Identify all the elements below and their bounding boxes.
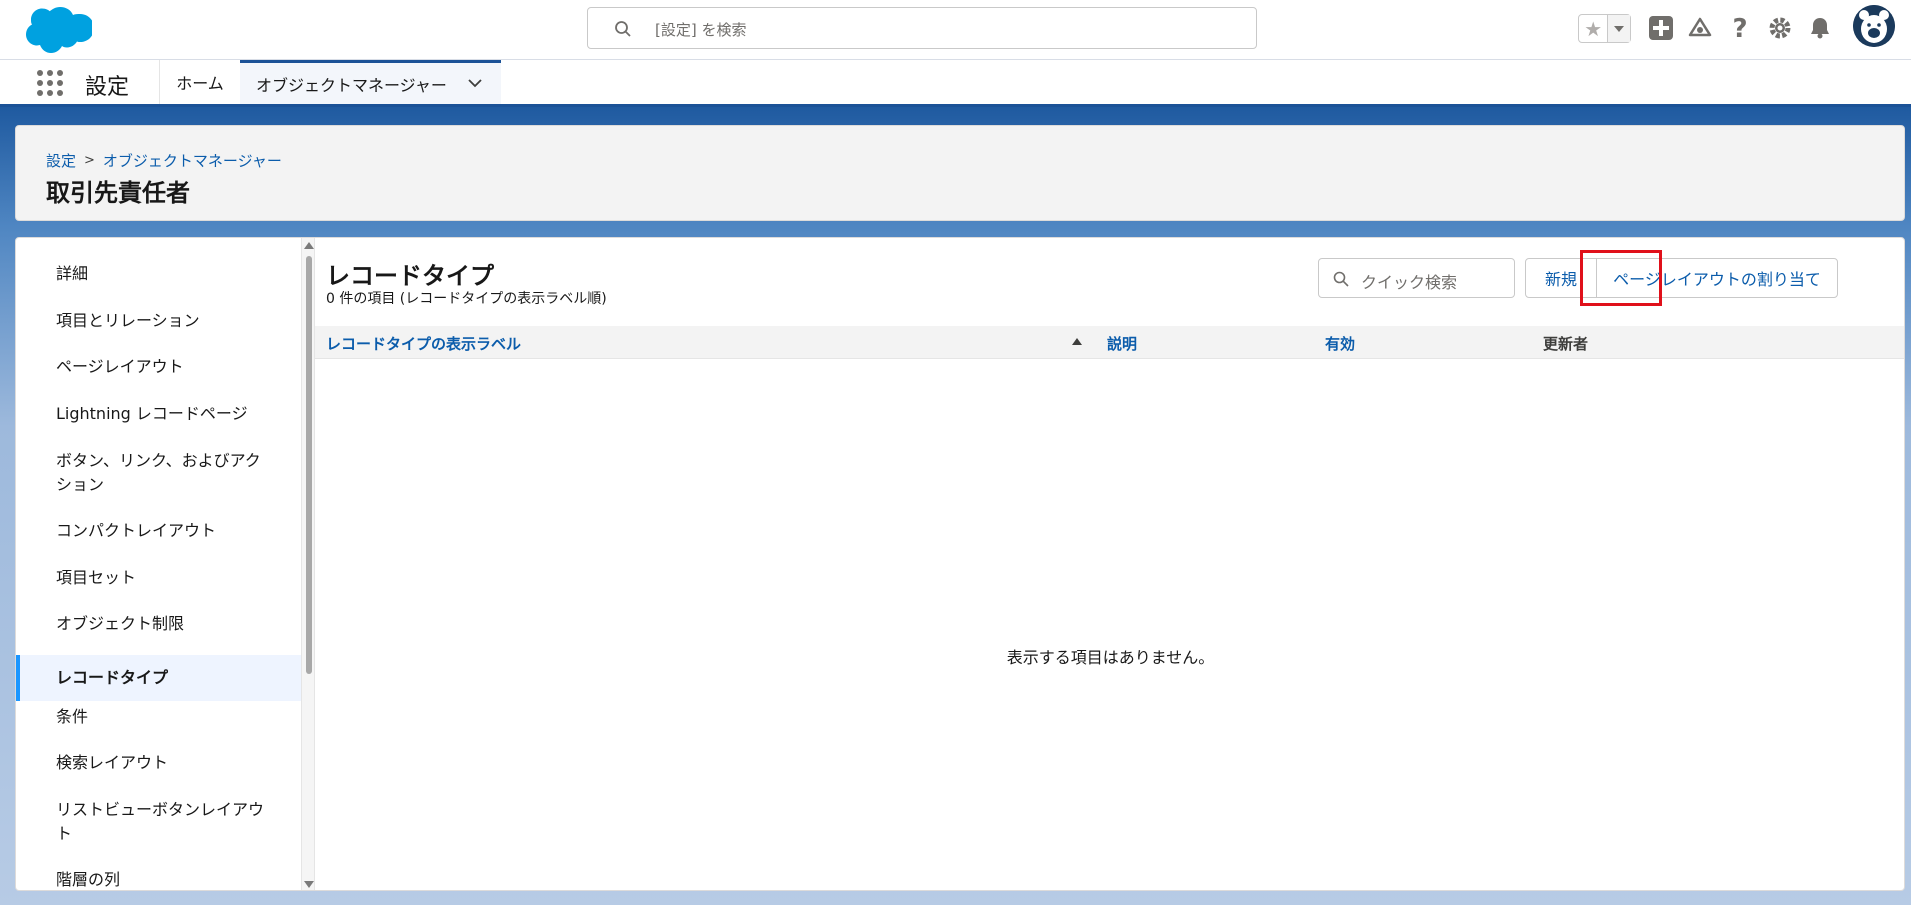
sidebar-item-details[interactable]: 詳細: [16, 262, 301, 286]
notifications-button[interactable]: [1806, 14, 1834, 42]
sidebar-item-list-view-button-layout-cont[interactable]: ト: [16, 822, 301, 846]
breadcrumb-separator: >: [84, 153, 95, 168]
breadcrumb-setup-link[interactable]: 設定: [46, 150, 76, 171]
quick-search-placeholder: クイック検索: [1361, 273, 1458, 292]
user-avatar[interactable]: [1853, 5, 1895, 47]
page-header: 設定 > オブジェクトマネージャー 取引先責任者: [15, 125, 1905, 221]
object-sidebar: 詳細 項目とリレーション ページレイアウト Lightning レコードページ …: [16, 238, 301, 890]
sidebar-item-object-limits[interactable]: オブジェクト制限: [16, 612, 301, 636]
record-types-panel: レコードタイプ 0 件の項目 (レコードタイプの表示ラベル順) クイック検索 新…: [315, 238, 1904, 890]
breadcrumb-object-manager-link[interactable]: オブジェクトマネージャー: [103, 150, 282, 171]
scrollbar-thumb[interactable]: [306, 256, 312, 674]
favorites-button-group: ★: [1578, 14, 1631, 43]
scroll-up-arrow-icon[interactable]: [304, 242, 314, 249]
help-icon: ?: [1732, 15, 1747, 41]
sort-ascending-icon: [1072, 338, 1082, 345]
global-header: [設定] を検索 ★ ?: [0, 0, 1911, 60]
search-icon: [615, 21, 631, 37]
sidebar-item-compact-layouts[interactable]: コンパクトレイアウト: [16, 519, 301, 543]
sidebar-item-lightning-record-pages[interactable]: Lightning レコードページ: [16, 402, 301, 426]
sidebar-item-search-layouts[interactable]: 検索レイアウト: [16, 751, 301, 775]
section-title: レコードタイプ: [326, 262, 494, 290]
table-header: レコードタイプの表示ラベル 説明 有効 更新者: [315, 326, 1904, 359]
page-title: 取引先責任者: [46, 179, 190, 207]
sidebar-item-page-layouts[interactable]: ページレイアウト: [16, 355, 301, 379]
search-icon: [1333, 271, 1349, 287]
sidebar-item-hierarchy-columns[interactable]: 階層の列: [16, 868, 301, 890]
sidebar-item-conditions[interactable]: 条件: [16, 705, 301, 729]
column-header-description[interactable]: 説明: [1107, 333, 1137, 354]
app-launcher-icon[interactable]: [35, 68, 65, 98]
sidebar-item-list-view-button-layout[interactable]: リストビューボタンレイアウ: [16, 798, 301, 822]
quick-search-input[interactable]: クイック検索: [1318, 258, 1515, 298]
global-search-input[interactable]: [設定] を検索: [587, 7, 1257, 49]
app-navigation-bar: 設定 ホーム オブジェクトマネージャー: [0, 60, 1911, 107]
column-header-active[interactable]: 有効: [1325, 333, 1355, 354]
tab-home[interactable]: ホーム: [160, 60, 240, 104]
tab-object-manager-label: オブジェクトマネージャー: [256, 75, 447, 95]
caret-down-icon: [1614, 25, 1625, 32]
tab-object-manager[interactable]: オブジェクトマネージャー: [240, 60, 501, 104]
sidebar-item-field-sets[interactable]: 項目セット: [16, 566, 301, 590]
trailhead-button[interactable]: [1686, 14, 1714, 42]
bear-avatar-icon: [1853, 5, 1895, 47]
setup-button[interactable]: [1766, 14, 1794, 42]
global-actions-button[interactable]: [1647, 14, 1675, 42]
sidebar-item-buttons-links-actions-cont[interactable]: ション: [16, 473, 301, 497]
column-header-label[interactable]: レコードタイプの表示ラベル: [326, 333, 521, 354]
gear-icon: [1769, 17, 1791, 39]
help-button[interactable]: ?: [1726, 14, 1754, 42]
svg-text:?: ?: [1732, 15, 1747, 41]
main-card: 詳細 項目とリレーション ページレイアウト Lightning レコードページ …: [15, 237, 1905, 891]
sidebar-item-buttons-links-actions[interactable]: ボタン、リンク、およびアク: [16, 449, 301, 473]
bell-icon: [1811, 18, 1829, 39]
column-header-modified-by: 更新者: [1543, 335, 1589, 353]
highlight-box: [1580, 250, 1662, 306]
item-count: 0 件の項目 (レコードタイプの表示ラベル順): [326, 291, 607, 307]
sidebar-item-record-types[interactable]: レコードタイプ: [16, 655, 301, 701]
favorite-star-icon[interactable]: ★: [1579, 15, 1609, 42]
sidebar-scrollbar[interactable]: [301, 238, 315, 890]
salesforce-logo[interactable]: [18, 4, 92, 54]
favorites-dropdown-button[interactable]: [1608, 15, 1630, 42]
chevron-down-icon[interactable]: [467, 75, 483, 91]
app-name: 設定: [85, 75, 130, 100]
scroll-down-arrow-icon[interactable]: [304, 881, 314, 888]
search-placeholder: [設定] を検索: [655, 21, 747, 39]
breadcrumb: 設定 > オブジェクトマネージャー: [46, 150, 282, 171]
plus-icon: [1649, 16, 1673, 40]
sidebar-item-fields-relationships[interactable]: 項目とリレーション: [16, 309, 301, 333]
empty-state-message: 表示する項目はありません。: [1006, 648, 1215, 667]
trailhead-icon: [1688, 17, 1712, 37]
